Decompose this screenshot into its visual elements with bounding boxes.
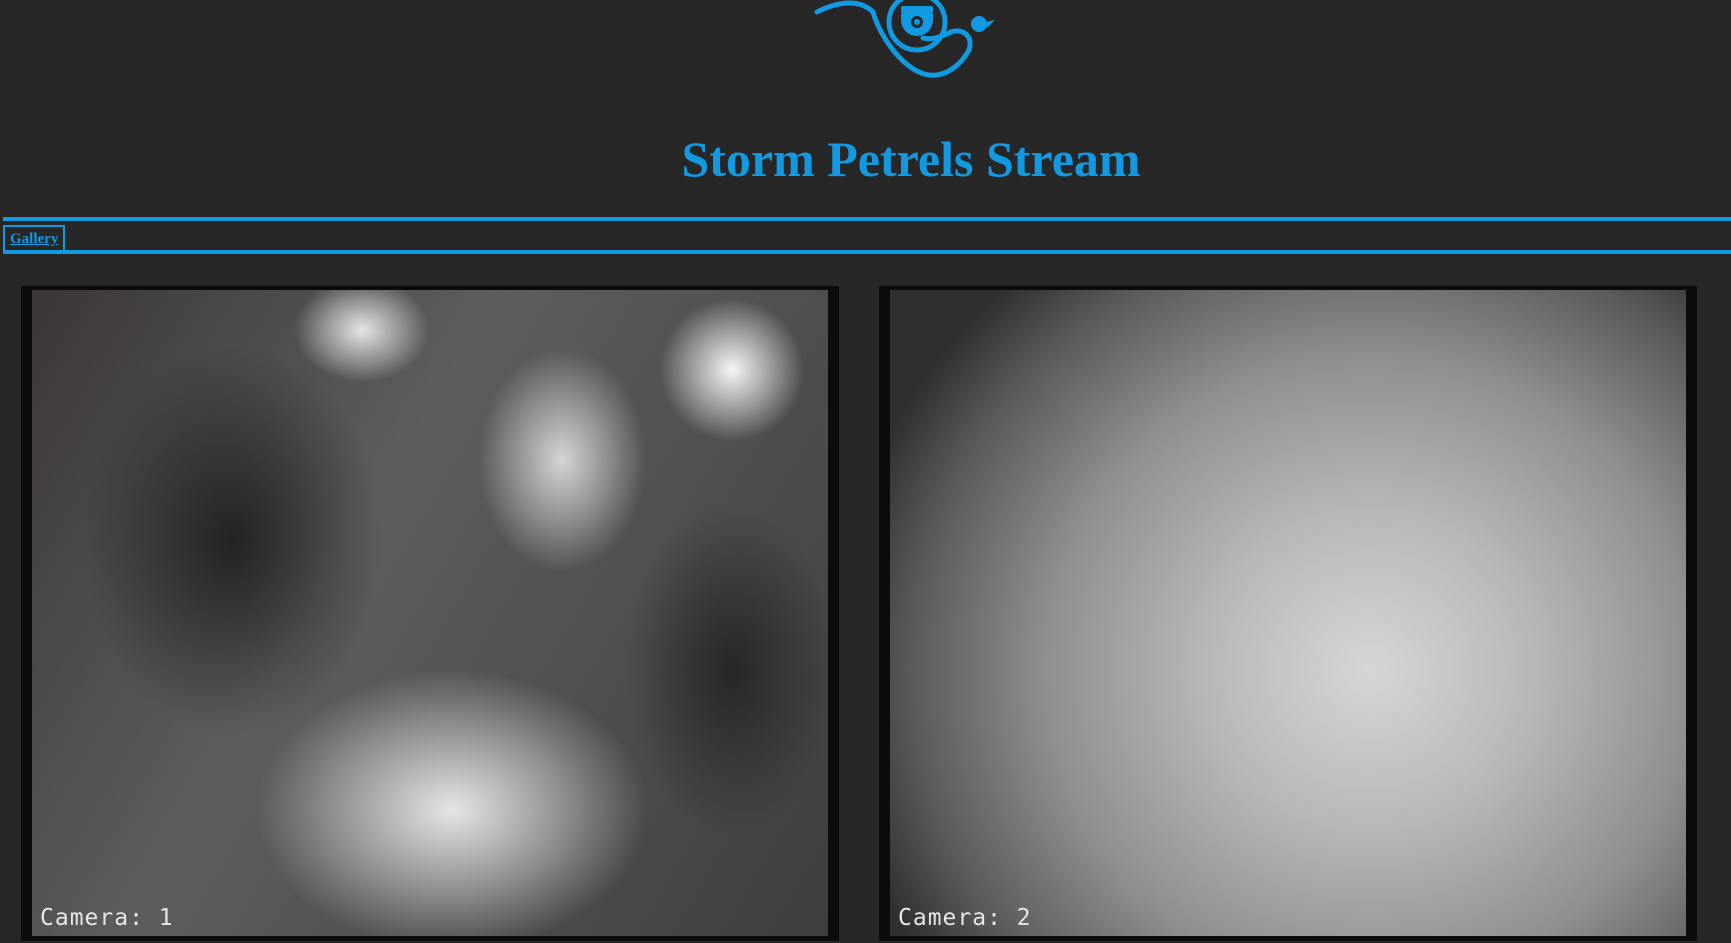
camera-panel-2: Camera: 2 [879,286,1697,941]
camera-panel-1: Camera: 1 [21,286,839,941]
page-title: Storm Petrels Stream [681,131,1141,187]
petrel-camera-logo-icon [814,0,995,78]
camera-label: Camera: 2 [898,905,1032,931]
camera-feed-2: Camera: 2 [890,290,1686,936]
gallery-link[interactable]: Gallery [3,225,66,253]
nav-bar: Gallery [3,217,1731,254]
camera-label: Camera: 1 [40,905,174,931]
camera-feed-1: Camera: 1 [32,290,828,936]
